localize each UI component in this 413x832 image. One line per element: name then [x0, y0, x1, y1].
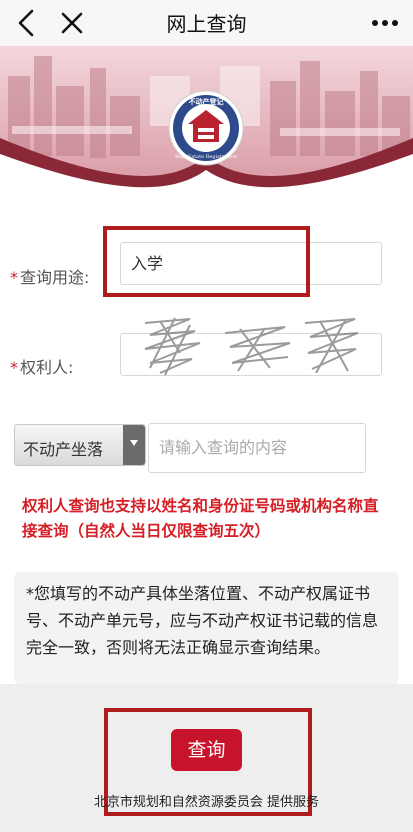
- chevron-down-icon: [123, 425, 145, 465]
- purpose-label: * 查询用途:: [10, 268, 90, 287]
- owner-label: * 权利人:: [10, 358, 74, 377]
- info-panel: *您填写的不动产具体坐落位置、不动产权属证书 号、不动产单元号，应与不动产权证书…: [14, 572, 399, 684]
- query-notice: 权利人查询也支持以姓名和身份证号码或机构名称直接查询（自然人当日仅限查询五次）: [22, 497, 379, 540]
- location-type-select[interactable]: 不动产坐落: [14, 424, 146, 466]
- real-estate-registration-logo: 不动产登记 Real Estate Registration: [168, 90, 244, 166]
- header-banner: 不动产登记 Real Estate Registration: [0, 46, 413, 188]
- location-search-input[interactable]: 请输入查询的内容: [148, 423, 366, 473]
- required-mark: *: [10, 268, 18, 287]
- highlight-box-purpose: [103, 226, 310, 297]
- service-provider-footer: 北京市规划和自然资源委员会 提供服务: [93, 795, 320, 810]
- redaction-scribble: [144, 317, 359, 376]
- svg-text:Real Estate Registration: Real Estate Registration: [175, 154, 238, 160]
- required-mark: *: [10, 358, 18, 377]
- more-options-icon[interactable]: [367, 8, 403, 38]
- svg-text:不动产登记: 不动产登记: [189, 97, 224, 106]
- page-title: 网上查询: [166, 12, 247, 36]
- nav-bar: 网上查询: [0, 0, 413, 46]
